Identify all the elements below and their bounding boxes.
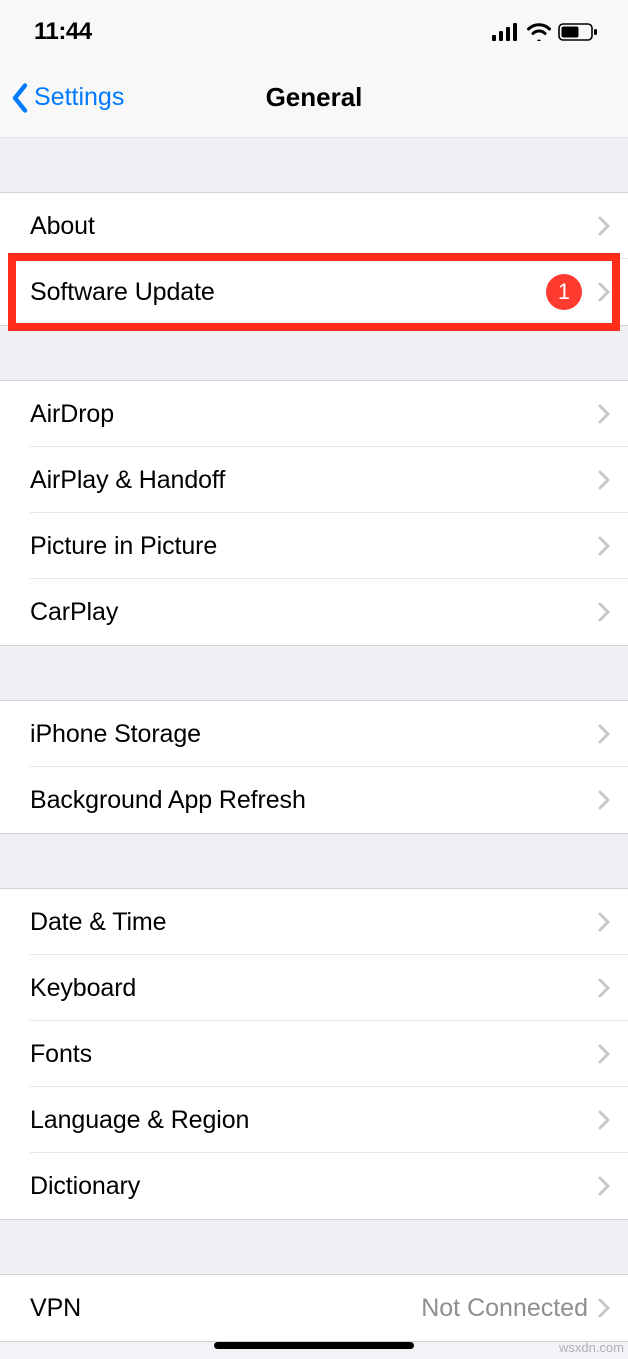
row-label: CarPlay bbox=[30, 598, 598, 627]
row-background-app-refresh[interactable]: Background App Refresh bbox=[0, 767, 628, 833]
chevron-right-icon bbox=[598, 1110, 610, 1130]
chevron-right-icon bbox=[598, 912, 610, 932]
chevron-right-icon bbox=[598, 1298, 610, 1318]
chevron-right-icon bbox=[598, 790, 610, 810]
chevron-left-icon bbox=[10, 83, 30, 113]
row-label: Background App Refresh bbox=[30, 786, 598, 815]
section-gap bbox=[0, 1220, 628, 1274]
notification-badge: 1 bbox=[546, 274, 582, 310]
content: About Software Update1 AirDrop AirPlay & Ha… bbox=[0, 138, 628, 1342]
row-label: Picture in Picture bbox=[30, 532, 598, 561]
section-gap bbox=[0, 326, 628, 380]
back-label: Settings bbox=[34, 83, 124, 112]
section-gap bbox=[0, 138, 628, 192]
row-label: Date & Time bbox=[30, 908, 598, 937]
row-label: About bbox=[30, 212, 598, 241]
row-group: Date & Time Keyboard Fonts Language & Regio… bbox=[0, 888, 628, 1220]
row-software-update[interactable]: Software Update1 bbox=[0, 259, 628, 325]
row-label: Language & Region bbox=[30, 1106, 598, 1135]
row-group: About Software Update1 bbox=[0, 192, 628, 326]
row-value: Not Connected bbox=[421, 1294, 588, 1323]
row-group: iPhone Storage Background App Refresh bbox=[0, 700, 628, 834]
back-button[interactable]: Settings bbox=[10, 83, 124, 113]
section-gap bbox=[0, 646, 628, 700]
chevron-right-icon bbox=[598, 1176, 610, 1196]
row-language-region[interactable]: Language & Region bbox=[0, 1087, 628, 1153]
chevron-right-icon bbox=[598, 602, 610, 622]
chevron-right-icon bbox=[598, 536, 610, 556]
row-label: Keyboard bbox=[30, 974, 598, 1003]
row-group: AirDrop AirPlay & Handoff Picture in Pictu… bbox=[0, 380, 628, 646]
cellular-icon bbox=[492, 23, 520, 41]
nav-bar: Settings General bbox=[0, 58, 628, 138]
chevron-right-icon bbox=[598, 724, 610, 744]
row-vpn[interactable]: VPNNot Connected bbox=[0, 1275, 628, 1341]
chevron-right-icon bbox=[598, 404, 610, 424]
row-label: AirDrop bbox=[30, 400, 598, 429]
status-time: 11:44 bbox=[34, 18, 92, 46]
row-group: VPNNot Connected bbox=[0, 1274, 628, 1342]
chevron-right-icon bbox=[598, 282, 610, 302]
row-iphone-storage[interactable]: iPhone Storage bbox=[0, 701, 628, 767]
status-bar: 11:44 bbox=[0, 0, 628, 58]
row-label: Software Update bbox=[30, 278, 546, 307]
row-airplay-handoff[interactable]: AirPlay & Handoff bbox=[0, 447, 628, 513]
row-airdrop[interactable]: AirDrop bbox=[0, 381, 628, 447]
row-label: AirPlay & Handoff bbox=[30, 466, 598, 495]
row-about[interactable]: About bbox=[0, 193, 628, 259]
row-label: VPN bbox=[30, 1294, 421, 1323]
row-carplay[interactable]: CarPlay bbox=[0, 579, 628, 645]
row-dictionary[interactable]: Dictionary bbox=[0, 1153, 628, 1219]
chevron-right-icon bbox=[598, 470, 610, 490]
row-keyboard[interactable]: Keyboard bbox=[0, 955, 628, 1021]
row-label: Dictionary bbox=[30, 1172, 598, 1201]
home-indicator bbox=[214, 1342, 414, 1349]
chevron-right-icon bbox=[598, 216, 610, 236]
row-date-time[interactable]: Date & Time bbox=[0, 889, 628, 955]
row-label: Fonts bbox=[30, 1040, 598, 1069]
row-fonts[interactable]: Fonts bbox=[0, 1021, 628, 1087]
section-gap bbox=[0, 834, 628, 888]
row-picture-in-picture[interactable]: Picture in Picture bbox=[0, 513, 628, 579]
chevron-right-icon bbox=[598, 1044, 610, 1064]
watermark: wsxdn.com bbox=[559, 1340, 624, 1355]
status-icons bbox=[492, 23, 598, 41]
battery-icon bbox=[558, 23, 598, 41]
chevron-right-icon bbox=[598, 978, 610, 998]
wifi-icon bbox=[526, 23, 552, 41]
row-label: iPhone Storage bbox=[30, 720, 598, 749]
